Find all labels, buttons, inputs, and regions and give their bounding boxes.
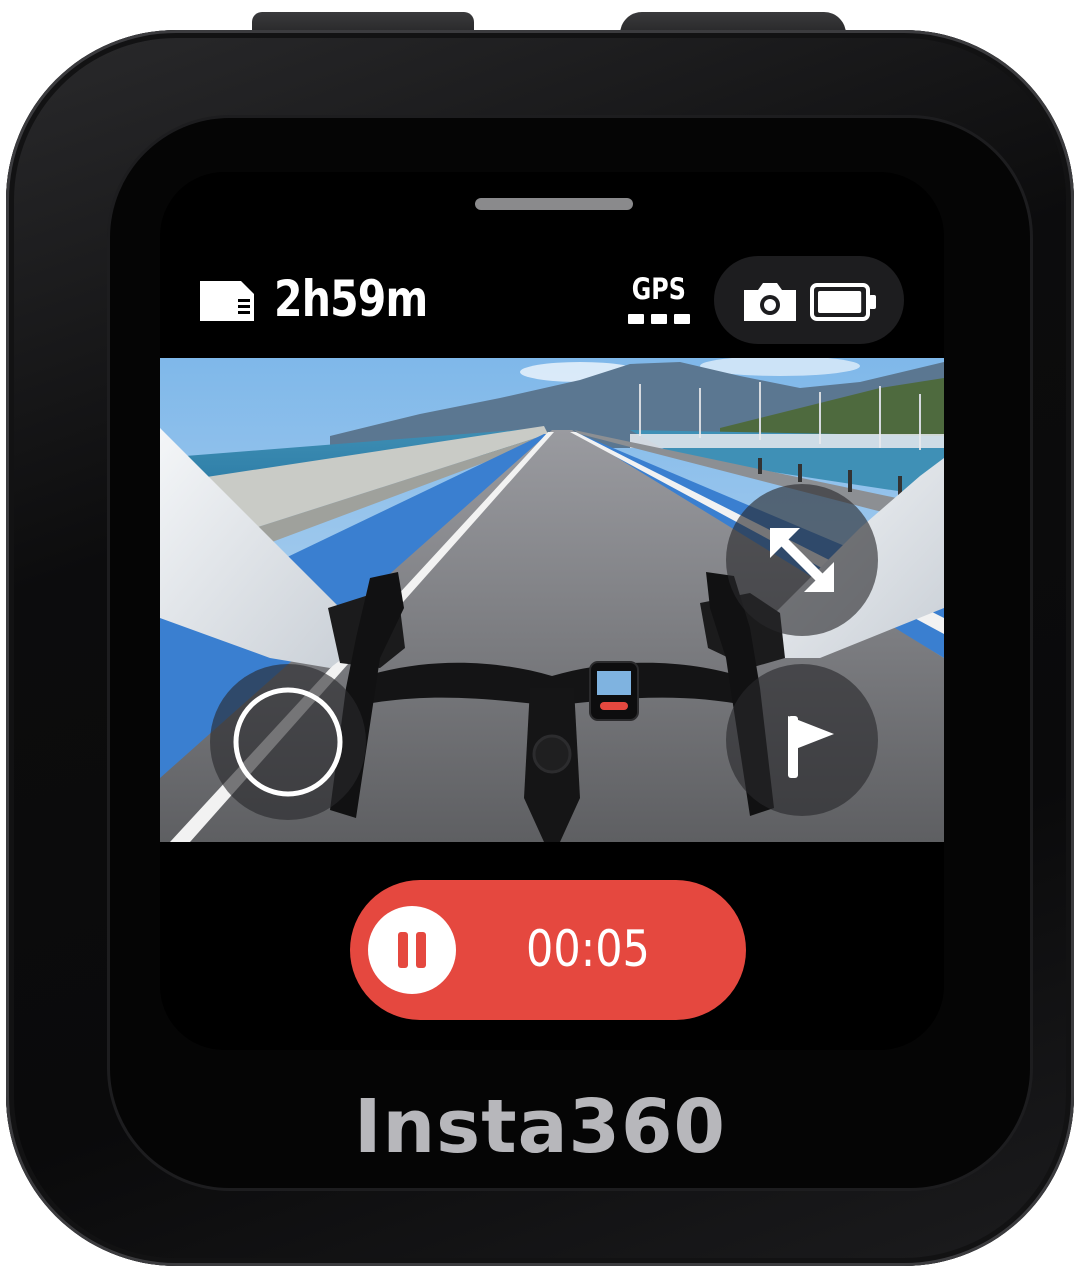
gps-signal-bars xyxy=(628,314,690,324)
storage-remaining: 2h59m xyxy=(274,270,428,328)
expand-view-button[interactable] xyxy=(726,484,878,636)
recording-control[interactable]: 00:05 xyxy=(350,880,746,1020)
gps-indicator: GPS xyxy=(626,272,690,332)
sd-card-icon xyxy=(200,281,254,321)
pull-down-handle[interactable] xyxy=(475,198,633,210)
battery-icon xyxy=(810,283,876,321)
mode-battery-pill[interactable] xyxy=(714,256,904,344)
touch-screen: 2h59m GPS 00:05 xyxy=(160,172,944,1050)
highlight-flag-button[interactable] xyxy=(726,664,878,816)
shutter-ring-icon xyxy=(233,687,343,797)
remote-device-photo: 2h59m GPS 00:05 Insta360 xyxy=(0,0,1080,1272)
gps-bar xyxy=(628,314,644,324)
gps-bar xyxy=(651,314,667,324)
expand-arrows-icon xyxy=(770,528,834,592)
gps-label: GPS xyxy=(631,272,686,306)
pause-icon-bar xyxy=(416,932,426,968)
pause-icon xyxy=(398,932,408,968)
camera-icon xyxy=(744,283,796,321)
gps-bar xyxy=(674,314,690,324)
live-preview[interactable] xyxy=(160,358,944,842)
shutter-button[interactable] xyxy=(210,664,366,820)
recording-timer: 00:05 xyxy=(526,920,650,978)
brand-logo: Insta360 xyxy=(353,1084,727,1170)
flag-icon xyxy=(788,716,834,778)
pause-button[interactable] xyxy=(368,906,456,994)
